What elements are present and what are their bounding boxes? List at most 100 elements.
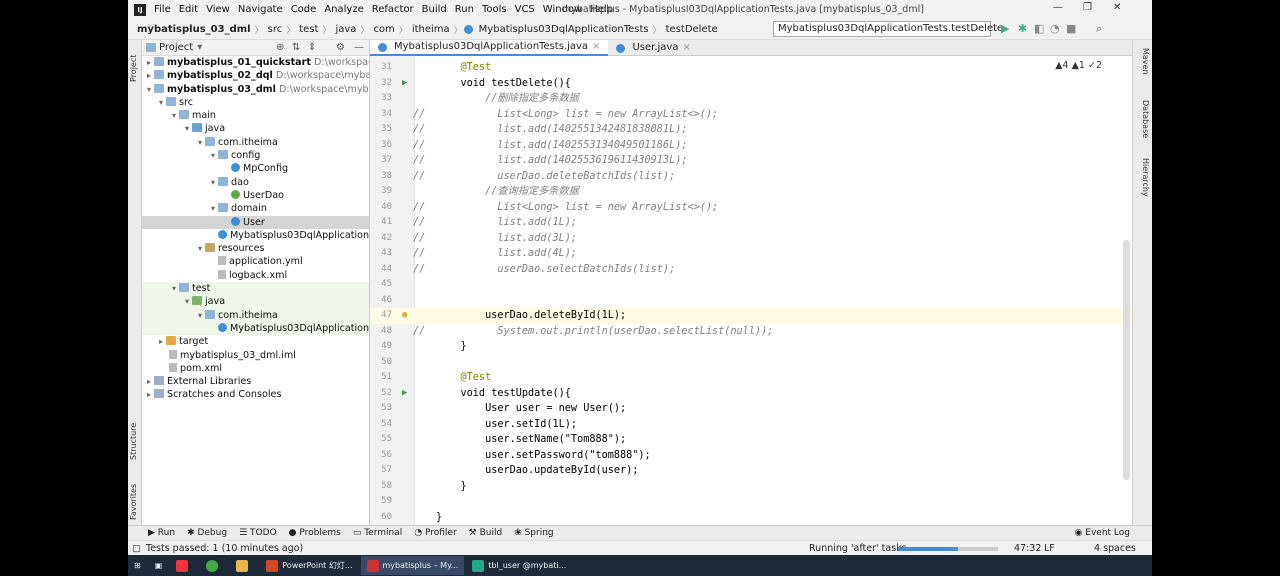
tool-tab-profiler[interactable]: ◔ Profiler (408, 528, 462, 538)
caret-position[interactable]: 47:32 (1014, 543, 1041, 554)
indent-setting[interactable]: 4 spaces (1094, 543, 1136, 554)
coverage-icon[interactable]: ◧ (1034, 22, 1044, 35)
tool-tab-hierarchy[interactable]: Hierarchy (1141, 158, 1150, 197)
tree-item-pom[interactable]: pom.xml (142, 362, 369, 375)
collapse-all-icon[interactable]: ⇅ (292, 42, 300, 53)
tool-tab-run[interactable]: ▶ Run (142, 528, 181, 538)
menu-tools[interactable]: Tools (478, 4, 511, 15)
search-everywhere-icon[interactable]: ⌕ (1096, 22, 1102, 36)
app-icon-1[interactable] (170, 556, 198, 575)
code-line[interactable]: 39 //查询指定多条数据 (370, 184, 1132, 200)
code-line[interactable]: 50 (370, 355, 1132, 371)
locate-icon[interactable]: ⊕ (276, 42, 284, 53)
task-view-icon[interactable]: ▣ (149, 556, 169, 575)
close-icon[interactable]: ✕ (1113, 2, 1121, 13)
project-panel-title[interactable]: Project (159, 42, 193, 53)
tree-item-scratches[interactable]: ▸ Scratches and Consoles (142, 388, 369, 401)
menu-vcs[interactable]: VCS (511, 4, 539, 15)
run-test-icon[interactable]: ▶ (402, 76, 407, 92)
tree-item-mpconfig[interactable]: MpConfig (142, 162, 369, 175)
taskbar-powerpoint[interactable]: PowerPoint 幻灯... (260, 556, 358, 575)
chrome-icon[interactable] (200, 556, 228, 575)
tree-item-external-libraries[interactable]: ▸ External Libraries (142, 375, 369, 388)
gear-icon[interactable]: ⚙ (336, 42, 345, 53)
tree-item-config[interactable]: ▾ config (142, 149, 369, 162)
code-line[interactable]: 48 // System.out.println(userDao.selectLi… (370, 324, 1132, 340)
tool-tab-terminal[interactable]: ▭ Terminal (347, 528, 408, 538)
code-line[interactable]: 33 //删除指定多条数据 (370, 91, 1132, 107)
tool-tab-project[interactable]: Project (129, 55, 138, 82)
lightbulb-icon[interactable]: ● (402, 308, 407, 324)
code-line[interactable]: 44 // userDao.selectBatchIds(list); (370, 262, 1132, 278)
tool-tab-debug[interactable]: ✱ Debug (181, 528, 233, 538)
code-line[interactable]: 38 // userDao.deleteBatchIds(list); (370, 169, 1132, 185)
tool-tab-problems[interactable]: ● Problems (283, 528, 347, 538)
breadcrumb-itheima[interactable]: itheima (409, 24, 453, 35)
taskbar-intellij[interactable]: mybatisplus – My... (360, 556, 465, 575)
tree-item-test-com-itheima[interactable]: ▾ com.itheima (142, 308, 369, 322)
tree-item-test-java[interactable]: ▾ java (142, 295, 369, 309)
chevron-down-icon[interactable]: ▾ (197, 42, 202, 53)
tree-item-resources[interactable]: ▾ resources (142, 242, 369, 255)
code-line[interactable]: 31 @Test (370, 60, 1132, 76)
tool-tab-database[interactable]: Database (1141, 100, 1150, 138)
menu-build[interactable]: Build (418, 4, 451, 15)
tree-item-src[interactable]: ▾ src (142, 96, 369, 109)
menu-refactor[interactable]: Refactor (368, 4, 418, 15)
windows-start-icon[interactable]: ⊞ (128, 556, 147, 575)
breadcrumb-java[interactable]: java (332, 24, 359, 35)
tree-item-java[interactable]: ▾ java (142, 122, 369, 135)
folder-icon[interactable] (230, 556, 258, 575)
code-line[interactable]: 32 ▶ void testDelete(){ (370, 76, 1132, 92)
line-separator[interactable]: LF (1044, 543, 1055, 554)
code-line[interactable]: 56 user.setPassword("tom888"); (370, 448, 1132, 464)
tree-item-mybatisplus-02[interactable]: ▸mybatisplus_02_dql D:\workspace\mybatis… (142, 69, 369, 82)
code-line[interactable]: 37 // list.add(1402553619611430913L); (370, 153, 1132, 169)
tree-item-application-tests[interactable]: Mybatisplus03DqlApplicationTests (142, 321, 369, 336)
tree-item-domain[interactable]: ▾ domain (142, 202, 369, 215)
breadcrumb-com[interactable]: com (370, 24, 397, 35)
stop-icon[interactable]: ■ (1066, 22, 1076, 35)
code-line[interactable]: 52 ▶ void testUpdate(){ (370, 386, 1132, 402)
tool-tab-structure[interactable]: Structure (129, 423, 138, 460)
code-line[interactable]: 40 // List<Long> list = new ArrayList<>()… (370, 200, 1132, 216)
tree-item-user[interactable]: User (142, 215, 369, 229)
expand-all-icon[interactable]: ⇕ (308, 42, 316, 53)
profile-icon[interactable]: ◔ (1050, 22, 1060, 35)
tree-item-logback-xml[interactable]: logback.xml (142, 269, 369, 282)
code-line[interactable]: 59 (370, 494, 1132, 510)
code-line[interactable]: 43 // list.add(4L); (370, 246, 1132, 262)
menu-file[interactable]: File (150, 4, 175, 15)
tool-tab-maven[interactable]: Maven (1141, 48, 1150, 75)
tree-item-userdao[interactable]: UserDao (142, 189, 369, 202)
minimize-icon[interactable]: — (1053, 2, 1063, 13)
tree-item-target[interactable]: ▸ target (142, 335, 369, 348)
code-line[interactable]: 57 userDao.updateById(user); (370, 463, 1132, 479)
code-line[interactable]: 58 } (370, 479, 1132, 495)
status-message[interactable]: Tests passed: 1 (10 minutes ago) (146, 543, 303, 554)
tab-application-tests[interactable]: Mybatisplus03DqlApplicationTests.java × (370, 40, 609, 56)
tree-item-application-yml[interactable]: application.yml (142, 255, 369, 268)
menu-navigate[interactable]: Navigate (234, 4, 287, 15)
code-line[interactable]: 45 (370, 277, 1132, 293)
maximize-icon[interactable]: ❐ (1083, 2, 1092, 13)
tool-tab-favorites[interactable]: Favorites (129, 484, 138, 520)
code-line[interactable]: 60} (370, 510, 1132, 526)
code-line[interactable]: 55 user.setName("Tom888"); (370, 432, 1132, 448)
tree-item-mybatisplus-01[interactable]: ▸mybatisplus_01_quickstart D:\workspace\… (142, 56, 369, 69)
tree-item-com-itheima[interactable]: ▾ com.itheima (142, 136, 369, 149)
tree-item-main[interactable]: ▾ main (142, 109, 369, 122)
tool-tab-build[interactable]: ⚒ Build (463, 528, 509, 538)
tree-item-mybatisplus-03[interactable]: ▾mybatisplus_03_dml D:\workspace\mybatis… (142, 83, 369, 96)
tree-item-application[interactable]: Mybatisplus03DqlApplication (142, 229, 369, 242)
code-line[interactable]: 34 // List<Long> list = new ArrayList<>()… (370, 107, 1132, 123)
code-line[interactable]: 51 @Test (370, 370, 1132, 386)
inspection-widget[interactable]: ▲4 ▲1 ✓2 (1055, 60, 1102, 71)
tab-user-java[interactable]: User.java × (608, 40, 698, 56)
breadcrumb-project[interactable]: mybatisplus_03_dml (134, 24, 254, 35)
code-line[interactable]: 53 User user = new User(); (370, 401, 1132, 417)
run-icon[interactable]: ▶ (1001, 22, 1009, 35)
background-task-label[interactable]: Running 'after' tasks (809, 543, 907, 554)
tree-item-dao[interactable]: ▾ dao (142, 176, 369, 189)
breadcrumb-method[interactable]: testDelete (663, 24, 721, 35)
